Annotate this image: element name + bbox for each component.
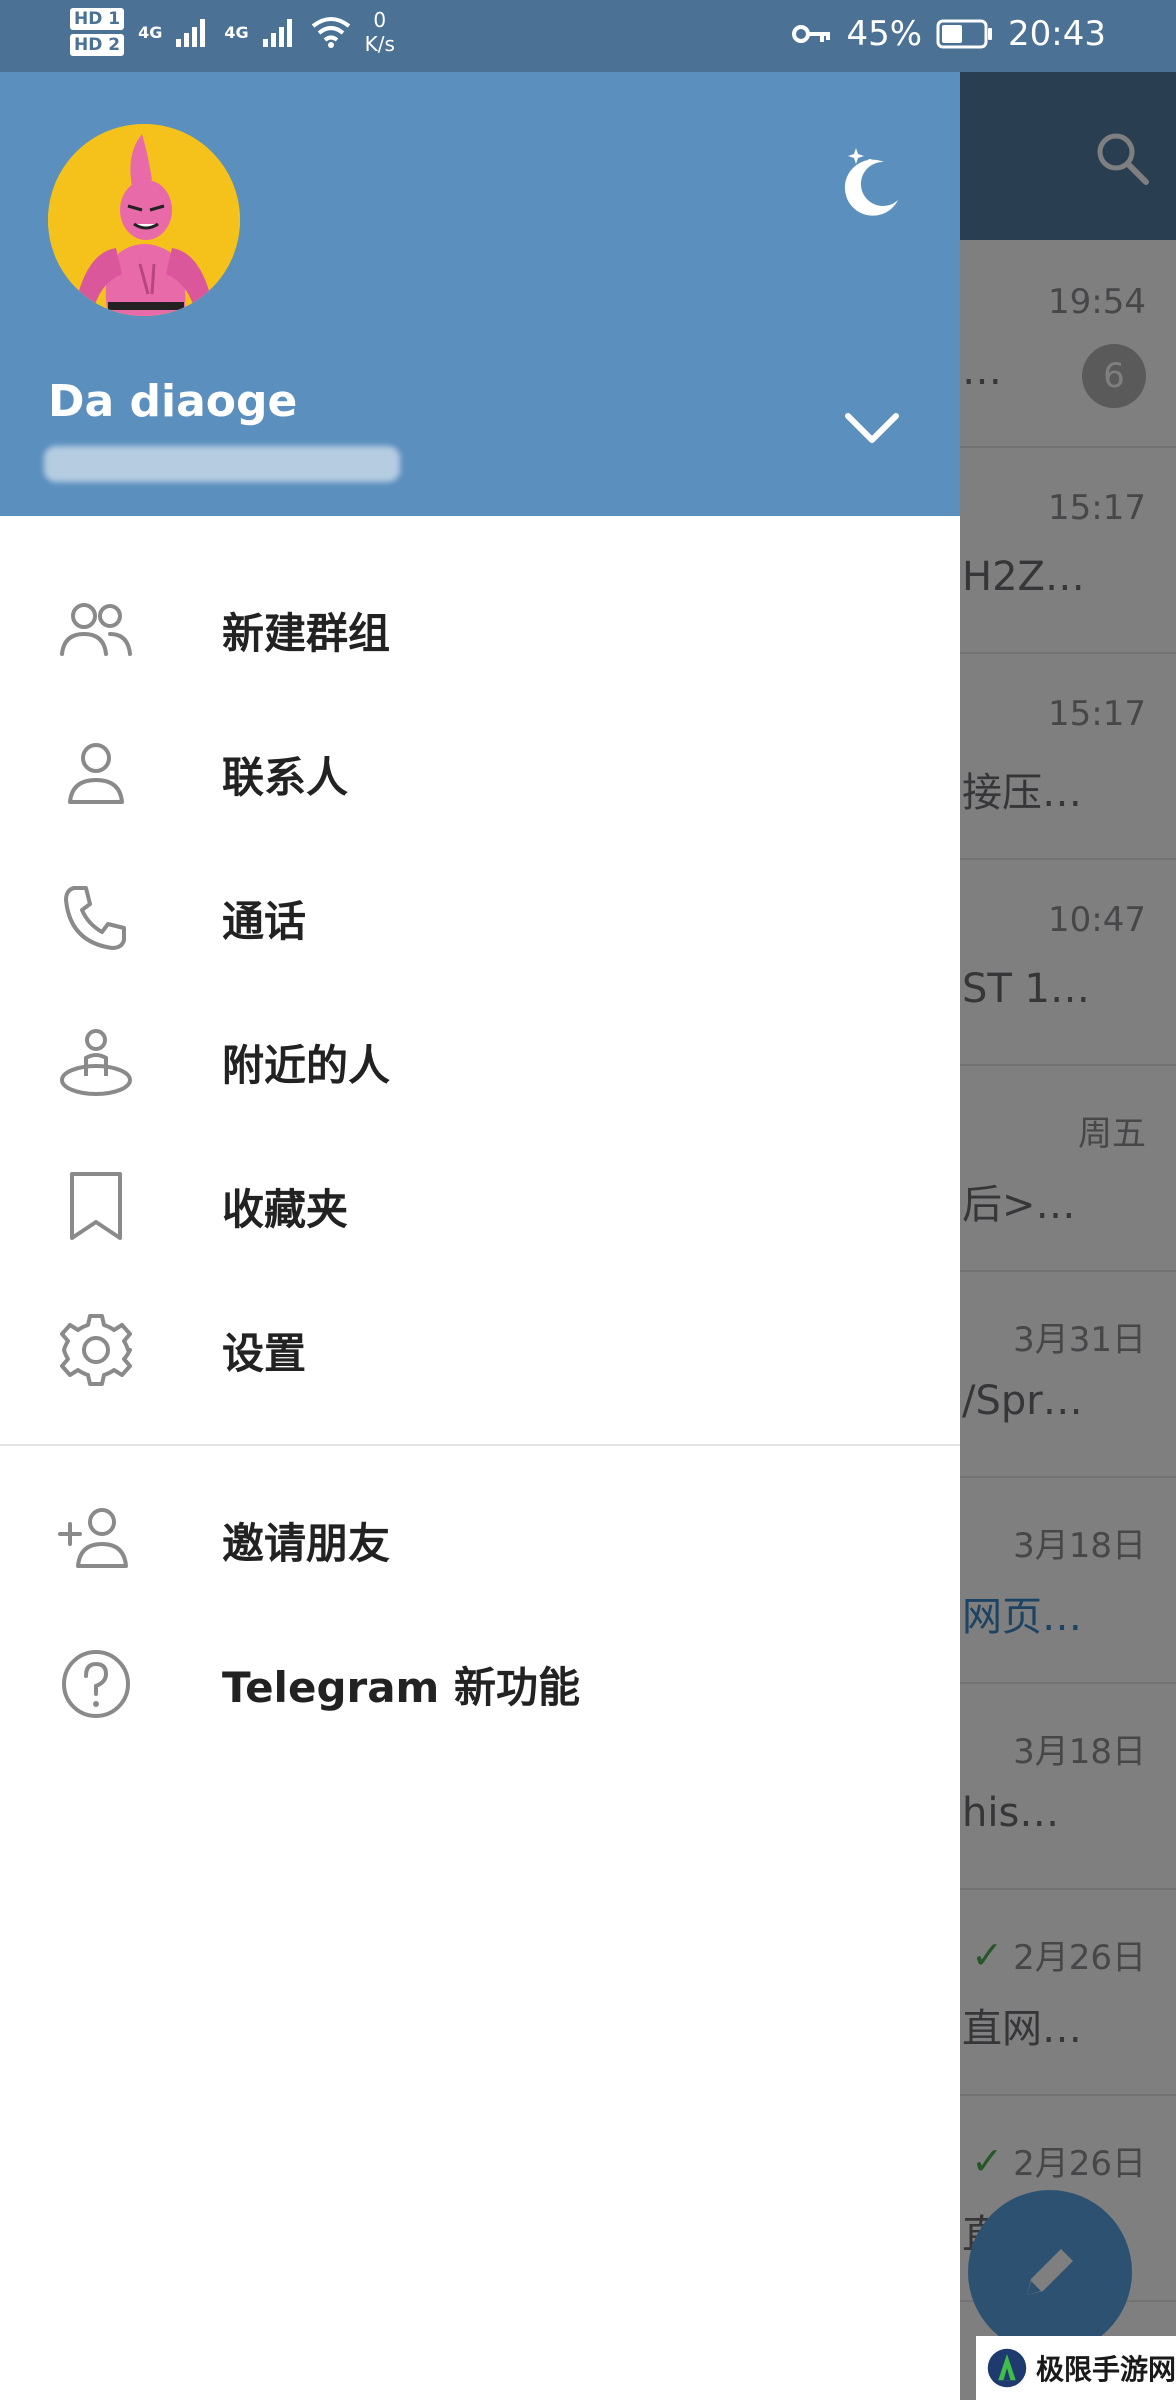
wifi-icon [311, 17, 350, 48]
menu-new-group[interactable]: 新建群组 [0, 558, 960, 702]
sim2-label: HD 2 [70, 34, 125, 56]
avatar-image [48, 124, 240, 316]
menu-saved-messages[interactable]: 收藏夹 [0, 1134, 960, 1278]
menu-settings[interactable]: 设置 [0, 1278, 960, 1422]
menu-label: Telegram 新功能 [222, 1662, 580, 1712]
sim-indicators: HD 1 HD 2 [70, 8, 125, 56]
menu-contacts[interactable]: 联系人 [0, 702, 960, 846]
menu-label: 邀请朋友 [222, 1518, 391, 1568]
speed-value: 0 [373, 8, 387, 32]
drawer-header: Da diaoge [0, 0, 960, 516]
add-user-icon [58, 1508, 128, 1568]
battery-icon [936, 19, 993, 49]
status-bar: HD 1 HD 2 4G 4G 0 K/s 45% 20:43 [0, 0, 1176, 72]
network-type-2: 4G [224, 22, 249, 42]
watermark-logo-icon [987, 2348, 1027, 2388]
battery-percent: 45% [846, 14, 923, 54]
menu-invite-friends[interactable]: 邀请朋友 [0, 1468, 960, 1612]
bookmark-icon [70, 1172, 122, 1240]
moon-icon[interactable] [832, 140, 912, 220]
menu-calls[interactable]: 通话 [0, 846, 960, 990]
menu-label: 新建群组 [222, 608, 391, 658]
menu-people-nearby[interactable]: 附近的人 [0, 990, 960, 1134]
user-phone-blurred [44, 446, 400, 482]
menu-label: 附近的人 [222, 1040, 391, 1090]
network-type-1: 4G [138, 22, 163, 42]
watermark-text: 极限手游网 [1035, 2353, 1176, 2386]
group-icon [60, 603, 132, 656]
chevron-down-icon[interactable] [842, 406, 902, 450]
user-name: Da diaoge [48, 376, 298, 427]
key-icon [792, 25, 831, 43]
speed-unit: K/s [364, 32, 395, 56]
drawer-menu: 新建群组 联系人 通话 附近的人 收藏夹 设置 邀请朋友 Telegram 新功… [0, 516, 960, 1756]
gear-icon [60, 1314, 132, 1386]
menu-telegram-features[interactable]: Telegram 新功能 [0, 1612, 960, 1756]
signal-icon [262, 19, 292, 47]
avatar[interactable] [48, 124, 240, 316]
menu-divider [0, 1444, 960, 1446]
people-nearby-icon [60, 1029, 132, 1096]
phone-icon [64, 886, 126, 950]
watermark: 极限手游网 [976, 2336, 1176, 2400]
status-left: HD 1 HD 2 4G 4G 0 K/s [70, 8, 395, 56]
network-speed: 0 K/s [365, 8, 395, 56]
contact-icon [68, 743, 124, 804]
menu-label: 联系人 [222, 752, 349, 802]
status-right: 45% 20:43 [792, 14, 1106, 54]
menu-label: 通话 [222, 896, 307, 946]
menu-label: 设置 [222, 1328, 307, 1378]
help-icon [62, 1650, 130, 1718]
signal-icon [176, 19, 206, 47]
menu-label: 收藏夹 [222, 1184, 349, 1234]
navigation-drawer: Da diaoge 新建群组 联系人 通话 附近的人 收藏夹 设置 邀请朋友 T… [0, 0, 960, 2400]
sim1-label: HD 1 [70, 8, 125, 30]
clock: 20:43 [1008, 14, 1106, 54]
